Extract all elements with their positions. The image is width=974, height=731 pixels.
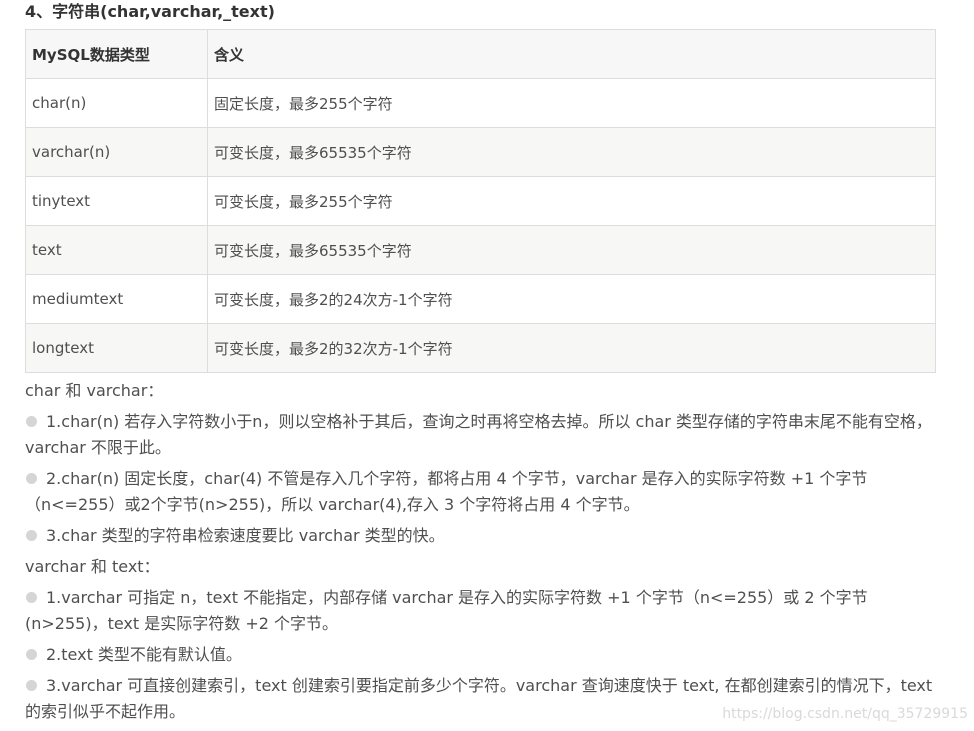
- table-row: mediumtext 可变长度，最多2的24次方-1个字符: [25, 274, 936, 324]
- section-heading: 4、字符串(char,varchar,_text): [25, 2, 275, 21]
- list-item: 2.char(n) 固定长度，char(4) 不管是存入几个字符，都将占用 4 …: [25, 466, 940, 518]
- meaning-cell: 可变长度，最多65535个字符: [207, 127, 936, 177]
- list-item-text: 1.varchar 可指定 n，text 不能指定，内部存储 varchar 是…: [25, 588, 868, 633]
- bullet-icon: [26, 592, 37, 603]
- table-row: text 可变长度，最多65535个字符: [25, 225, 936, 275]
- bullet-icon: [26, 649, 37, 660]
- varchar-vs-text-title: varchar 和 text：: [25, 557, 160, 576]
- char-vs-varchar-title: char 和 varchar：: [25, 381, 164, 400]
- table-row: tinytext 可变长度，最多255个字符: [25, 176, 936, 226]
- char-vs-varchar-list: 1.char(n) 若存入字符数小于n，则以空格补于其后，查询之时再将空格去掉。…: [25, 409, 940, 549]
- list-item-text: 2.text 类型不能有默认值。: [46, 645, 242, 664]
- meaning-cell: 可变长度，最多255个字符: [207, 176, 936, 226]
- bullet-icon: [26, 416, 37, 427]
- source-watermark: https://blog.csdn.net/qq_35729915: [722, 706, 968, 722]
- varchar-vs-text-list: 1.varchar 可指定 n，text 不能指定，内部存储 varchar 是…: [25, 585, 940, 725]
- list-item: 1.char(n) 若存入字符数小于n，则以空格补于其后，查询之时再将空格去掉。…: [25, 409, 940, 461]
- header-meaning: 含义: [207, 29, 936, 79]
- table-row: longtext 可变长度，最多2的32次方-1个字符: [25, 323, 936, 373]
- type-cell: tinytext: [25, 176, 208, 226]
- header-type: MySQL数据类型: [25, 29, 208, 79]
- type-cell: longtext: [25, 323, 208, 373]
- list-item: 2.text 类型不能有默认值。: [25, 642, 940, 668]
- bullet-icon: [26, 473, 37, 484]
- list-item-text: 2.char(n) 固定长度，char(4) 不管是存入几个字符，都将占用 4 …: [25, 469, 868, 514]
- list-item: 3.char 类型的字符串检索速度要比 varchar 类型的快。: [25, 523, 940, 549]
- table-row: char(n) 固定长度，最多255个字符: [25, 78, 936, 128]
- mysql-types-table: MySQL数据类型 含义 char(n) 固定长度，最多255个字符 varch…: [25, 29, 936, 373]
- table-row: varchar(n) 可变长度，最多65535个字符: [25, 127, 936, 177]
- list-item-text: 1.char(n) 若存入字符数小于n，则以空格补于其后，查询之时再将空格去掉。…: [25, 412, 932, 457]
- type-cell: text: [25, 225, 208, 275]
- bullet-icon: [26, 530, 37, 541]
- meaning-cell: 固定长度，最多255个字符: [207, 78, 936, 128]
- type-cell: char(n): [25, 78, 208, 128]
- meaning-cell: 可变长度，最多65535个字符: [207, 225, 936, 275]
- bullet-icon: [26, 680, 37, 691]
- meaning-cell: 可变长度，最多2的32次方-1个字符: [207, 323, 936, 373]
- table-header-row: MySQL数据类型 含义: [25, 29, 936, 79]
- type-cell: mediumtext: [25, 274, 208, 324]
- type-cell: varchar(n): [25, 127, 208, 177]
- meaning-cell: 可变长度，最多2的24次方-1个字符: [207, 274, 936, 324]
- list-item-text: 3.char 类型的字符串检索速度要比 varchar 类型的快。: [46, 526, 445, 545]
- article-content: char 和 varchar： 1.char(n) 若存入字符数小于n，则以空格…: [25, 378, 940, 730]
- list-item: 1.varchar 可指定 n，text 不能指定，内部存储 varchar 是…: [25, 585, 940, 637]
